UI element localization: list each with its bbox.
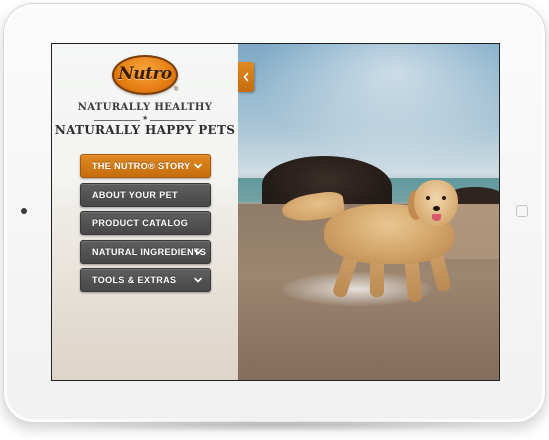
- star-icon: ★: [142, 115, 149, 122]
- divider-line: [150, 120, 196, 121]
- menu-item-about-your-pet[interactable]: ABOUT YOUR PET: [80, 183, 211, 207]
- chevron-down-icon: [193, 275, 203, 285]
- chevron-down-icon: [193, 247, 203, 257]
- registered-mark: ®: [174, 87, 179, 93]
- device-shadow: [40, 418, 510, 432]
- dog-eye: [442, 196, 446, 200]
- menu-item-nutro-story[interactable]: THE NUTRO® STORY: [80, 154, 211, 178]
- dog-eye: [426, 196, 430, 200]
- divider-line: [94, 120, 140, 121]
- logo-text: Nutro: [118, 64, 172, 84]
- chevron-left-icon: [243, 72, 249, 82]
- dog-nose: [433, 206, 440, 211]
- collapse-panel-button[interactable]: [238, 62, 254, 92]
- menu-item-label: PRODUCT CATALOG: [92, 218, 189, 228]
- nutro-logo[interactable]: Nutro ®: [112, 55, 178, 95]
- side-panel: Nutro ® NATURALLY HEALTHY ★ NATURALLY HA…: [52, 44, 238, 380]
- menu-item-natural-ingredients[interactable]: NATURAL INGREDIENTS: [80, 240, 211, 264]
- menu-item-tools-extras[interactable]: TOOLS & EXTRAS: [80, 268, 211, 292]
- menu-item-label: NATURAL INGREDIENTS: [92, 247, 207, 257]
- home-button[interactable]: [516, 205, 528, 217]
- front-camera: [21, 208, 27, 214]
- menu-item-label: THE NUTRO® STORY: [92, 161, 191, 171]
- app-screen: Nutro ® NATURALLY HEALTHY ★ NATURALLY HA…: [51, 43, 500, 381]
- dog-tongue: [432, 214, 441, 221]
- menu-item-product-catalog[interactable]: PRODUCT CATALOG: [80, 211, 211, 235]
- menu-item-label: ABOUT YOUR PET: [92, 190, 178, 200]
- tagline-top: NATURALLY HEALTHY: [77, 102, 213, 113]
- chevron-down-icon: [193, 161, 203, 171]
- menu-item-label: TOOLS & EXTRAS: [92, 275, 177, 285]
- tagline-bottom: NATURALLY HAPPY PETS: [54, 123, 236, 137]
